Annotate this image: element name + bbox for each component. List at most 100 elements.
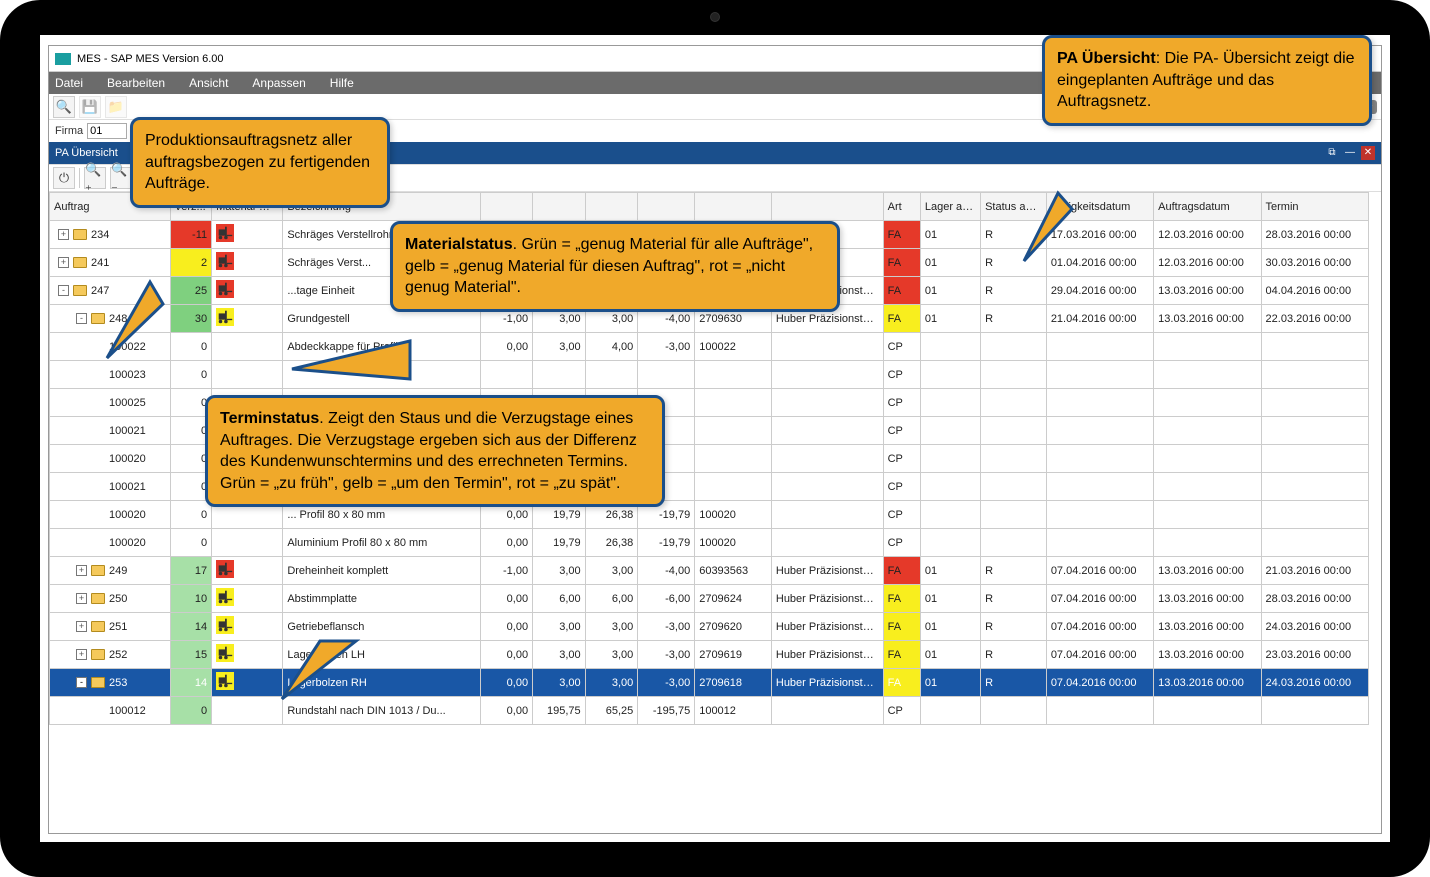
menu-bearbeiten[interactable]: Bearbeiten <box>107 76 165 90</box>
search-icon[interactable]: 🔍 <box>53 96 75 118</box>
tree-expand-icon[interactable]: + <box>76 649 87 660</box>
cell-art: FA <box>883 613 920 641</box>
table-row[interactable]: +25114Getriebeflansch0,003,003,00-3,0027… <box>50 613 1369 641</box>
column-header[interactable] <box>771 193 883 221</box>
table-row[interactable]: 1000120Rundstahl nach DIN 1013 / Du...0,… <box>50 697 1369 725</box>
cell-art: FA <box>883 249 920 277</box>
zoom-in-icon[interactable]: 🔍₊ <box>84 167 106 189</box>
horizontal-scrollbar[interactable] <box>49 817 1381 833</box>
cell-c5: 2709618 <box>695 669 772 697</box>
menu-anpassen[interactable]: Anpassen <box>252 76 305 90</box>
verzug-cell: 0 <box>170 529 212 557</box>
tree-expand-icon[interactable]: - <box>76 677 87 688</box>
folder-icon <box>91 649 105 660</box>
window-title: MES - SAP MES Version 6.00 <box>77 53 224 65</box>
folder-icon <box>73 229 87 240</box>
cell-faellig <box>1046 417 1153 445</box>
cell-adat: 12.03.2016 00:00 <box>1154 249 1261 277</box>
cell-status: R <box>981 557 1047 585</box>
callout-materialstatus: Materialstatus. Grün = „genug Material f… <box>390 221 840 312</box>
cell-c6 <box>771 501 883 529</box>
column-header[interactable] <box>533 193 586 221</box>
forklift-icon <box>216 644 234 662</box>
cell-art: CP <box>883 445 920 473</box>
verzug-cell: 25 <box>170 277 212 305</box>
folder-icon <box>91 593 105 604</box>
column-header[interactable]: Auftragsdatum <box>1154 193 1261 221</box>
forklift-icon <box>216 252 234 270</box>
tree-expand-icon[interactable]: - <box>76 313 87 324</box>
cell-faellig <box>1046 529 1153 557</box>
cell-c3: 3,00 <box>585 557 638 585</box>
tab-close-icon[interactable]: ✕ <box>1361 146 1375 160</box>
cell-art: CP <box>883 361 920 389</box>
column-header[interactable] <box>695 193 772 221</box>
cell-term <box>1261 361 1368 389</box>
callout-auftragsnetz: Produktionsauftragsnetz aller auftragsbe… <box>130 117 390 208</box>
tree-expand-icon[interactable]: + <box>76 621 87 632</box>
tree-expand-icon[interactable]: + <box>58 257 69 268</box>
table-row[interactable]: 1000220Abdeckkappe für Profil0,003,004,0… <box>50 333 1369 361</box>
cell-term: 22.03.2016 00:00 <box>1261 305 1368 333</box>
column-header[interactable] <box>638 193 695 221</box>
tree-expand-icon[interactable]: + <box>76 593 87 604</box>
cell-status <box>981 361 1047 389</box>
cell-c5: 100020 <box>695 529 772 557</box>
column-header[interactable]: Art <box>883 193 920 221</box>
cell-c4: -6,00 <box>638 585 695 613</box>
menu-hilfe[interactable]: Hilfe <box>330 76 354 90</box>
folder-icon <box>73 285 87 296</box>
cell-bez: Abstimmplatte <box>283 585 480 613</box>
cell-c4: -3,00 <box>638 333 695 361</box>
cell-c5: 2709619 <box>695 641 772 669</box>
tree-expand-icon[interactable]: - <box>58 285 69 296</box>
cell-c5 <box>695 445 772 473</box>
cell-art: FA <box>883 585 920 613</box>
verzug-cell: 0 <box>170 333 212 361</box>
column-header[interactable] <box>480 193 533 221</box>
cell-c1: 0,00 <box>480 641 533 669</box>
cell-lager <box>920 529 980 557</box>
cell-c4: -3,00 <box>638 669 695 697</box>
zoom-out-icon[interactable]: 🔍₋ <box>110 167 132 189</box>
table-row[interactable]: -25314Lagerbolzen RH0,003,003,00-3,00270… <box>50 669 1369 697</box>
column-header[interactable]: Termin <box>1261 193 1368 221</box>
cell-art: FA <box>883 277 920 305</box>
tab-popout-icon[interactable]: ⧉ <box>1325 146 1339 160</box>
table-row[interactable]: +24917Dreheinheit komplett-1,003,003,00-… <box>50 557 1369 585</box>
menu-datei[interactable]: Datei <box>55 76 83 90</box>
cell-status: R <box>981 669 1047 697</box>
table-row[interactable]: +25010Abstimmplatte0,006,006,00-6,002709… <box>50 585 1369 613</box>
table-row[interactable]: +25215Lagerbolzen LH0,003,003,00-3,00270… <box>50 641 1369 669</box>
cell-adat <box>1154 361 1261 389</box>
cell-c6: Huber Präzisionsteile <box>771 557 883 585</box>
cell-lager: 01 <box>920 305 980 333</box>
table-row[interactable]: 1000200Aluminium Profil 80 x 80 mm0,0019… <box>50 529 1369 557</box>
cell-lager <box>920 697 980 725</box>
order-id: 100021 <box>109 425 146 437</box>
cell-status: R <box>981 305 1047 333</box>
tree-expand-icon[interactable]: + <box>76 565 87 576</box>
folder-icon <box>91 313 105 324</box>
cell-term <box>1261 501 1368 529</box>
order-id: 100021 <box>109 481 146 493</box>
firma-input[interactable] <box>87 123 127 139</box>
cell-adat <box>1154 697 1261 725</box>
verzug-cell: 15 <box>170 641 212 669</box>
cell-art: CP <box>883 473 920 501</box>
column-header[interactable]: Lager aus ... <box>920 193 980 221</box>
cell-bez: Getriebeflansch <box>283 613 480 641</box>
tree-expand-icon[interactable]: + <box>58 229 69 240</box>
cell-adat: 13.03.2016 00:00 <box>1154 585 1261 613</box>
forklift-icon <box>216 224 234 242</box>
material-status-cell <box>212 585 283 613</box>
cell-term: 28.03.2016 00:00 <box>1261 585 1368 613</box>
tab-min-icon[interactable]: — <box>1343 146 1357 160</box>
cell-c5: 60393563 <box>695 557 772 585</box>
column-header[interactable] <box>585 193 638 221</box>
menu-ansicht[interactable]: Ansicht <box>189 76 228 90</box>
table-row[interactable]: 1000230CP <box>50 361 1369 389</box>
cell-art: CP <box>883 529 920 557</box>
order-id: 100020 <box>109 509 146 521</box>
power-icon[interactable]: ⏻ <box>53 167 75 189</box>
